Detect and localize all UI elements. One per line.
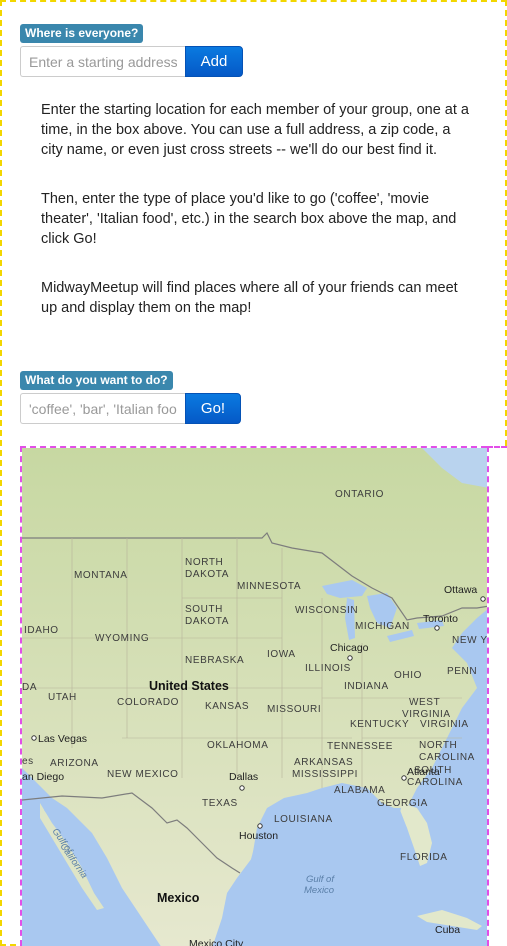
label-atlanta: Atlanta xyxy=(407,766,440,778)
label-michigan: MICHIGAN xyxy=(355,621,410,632)
label-idaho: IDAHO xyxy=(24,625,59,636)
label-wisconsin: WISCONSIN xyxy=(295,605,358,616)
label-south-dakota-2: DAKOTA xyxy=(185,616,229,627)
label-kentucky: KENTUCKY xyxy=(350,719,409,730)
label-oklahoma: OKLAHOMA xyxy=(207,740,268,751)
add-button[interactable]: Add xyxy=(185,46,243,77)
what-badge: What do you want to do? xyxy=(20,371,173,390)
city-dot-houston xyxy=(257,823,263,829)
label-new-york: NEW YOR xyxy=(452,635,487,646)
city-dot-dallas xyxy=(239,785,245,791)
label-dallas: Dallas xyxy=(229,771,258,783)
label-tennessee: TENNESSEE xyxy=(327,741,393,752)
label-texas: TEXAS xyxy=(202,798,238,809)
search-input-group: Go! xyxy=(20,393,241,424)
label-virginia: VIRGINIA xyxy=(420,719,469,730)
city-dot-ottawa xyxy=(480,596,486,602)
instructions-paragraph-1: Enter the starting location for each mem… xyxy=(41,102,469,158)
label-colorado: COLORADO xyxy=(117,697,179,708)
label-mississippi: MISSISSIPPI xyxy=(292,769,358,780)
label-united-states: United States xyxy=(149,679,229,693)
label-montana: MONTANA xyxy=(74,570,127,581)
address-input-group: Add xyxy=(20,46,243,77)
city-dot-toronto xyxy=(434,625,440,631)
label-indiana: INDIANA xyxy=(344,681,389,692)
label-gulf-mexico-2: Mexico xyxy=(304,885,334,896)
label-north-carolina-1: NORTH xyxy=(419,740,457,751)
label-toronto: Toronto xyxy=(423,613,458,625)
map-canvas[interactable]: United States Mexico Cuba ONTARIO NORTH … xyxy=(22,448,487,946)
label-west-virginia-1: WEST xyxy=(409,697,440,708)
instructions: Enter the starting location for each mem… xyxy=(41,100,471,347)
label-penn: PENN xyxy=(447,666,477,677)
city-dot-las-vegas xyxy=(31,735,37,741)
label-florida: FLORIDA xyxy=(400,852,448,863)
label-chicago: Chicago xyxy=(330,642,369,654)
instructions-paragraph-2: Then, enter the type of place you'd like… xyxy=(41,191,457,247)
city-dot-atlanta xyxy=(401,775,407,781)
label-iowa: IOWA xyxy=(267,649,296,660)
label-north-dakota-2: DAKOTA xyxy=(185,569,229,580)
label-houston: Houston xyxy=(239,830,278,842)
address-input[interactable] xyxy=(20,46,185,77)
label-ottawa: Ottawa xyxy=(444,584,477,596)
label-illinois: ILLINOIS xyxy=(305,663,351,674)
label-alabama: ALABAMA xyxy=(334,785,385,796)
label-kansas: KANSAS xyxy=(205,701,249,712)
label-minnesota: MINNESOTA xyxy=(237,581,301,592)
label-nebraska: NEBRASKA xyxy=(185,655,244,666)
label-south-dakota-1: SOUTH xyxy=(185,604,223,615)
go-button[interactable]: Go! xyxy=(185,393,241,424)
label-arkansas: ARKANSAS xyxy=(294,757,353,768)
label-mexico-city: Mexico City xyxy=(189,938,244,946)
label-da: DA xyxy=(22,682,37,693)
where-badge: Where is everyone? xyxy=(20,24,144,43)
instructions-paragraph-3: MidwayMeetup will find places where all … xyxy=(41,280,458,316)
label-utah: UTAH xyxy=(48,692,77,703)
label-north-carolina-2: CAROLINA xyxy=(419,752,475,763)
label-missouri: MISSOURI xyxy=(267,704,321,715)
label-ohio: OHIO xyxy=(394,670,422,681)
search-input[interactable] xyxy=(20,393,185,424)
city-dot-chicago xyxy=(347,655,353,661)
label-ontario: ONTARIO xyxy=(335,489,384,500)
label-cuba: Cuba xyxy=(435,924,460,936)
label-north-dakota-1: NORTH xyxy=(185,557,223,568)
label-arizona: ARIZONA xyxy=(50,758,99,769)
label-new-mexico: NEW MEXICO xyxy=(107,769,179,780)
label-south-carolina-2: CAROLINA xyxy=(407,777,463,788)
label-las-vegas: Las Vegas xyxy=(38,733,87,745)
label-wyoming: WYOMING xyxy=(95,633,149,644)
label-mexico: Mexico xyxy=(157,891,200,905)
label-georgia: GEORGIA xyxy=(377,798,428,809)
label-louisiana: LOUISIANA xyxy=(274,814,333,825)
label-san-diego: an Diego xyxy=(22,771,64,783)
label-es: es xyxy=(22,756,34,767)
map[interactable]: United States Mexico Cuba ONTARIO NORTH … xyxy=(20,446,487,946)
label-gulf-mexico-1: Gulf of xyxy=(306,874,335,885)
map-margin xyxy=(487,446,507,946)
